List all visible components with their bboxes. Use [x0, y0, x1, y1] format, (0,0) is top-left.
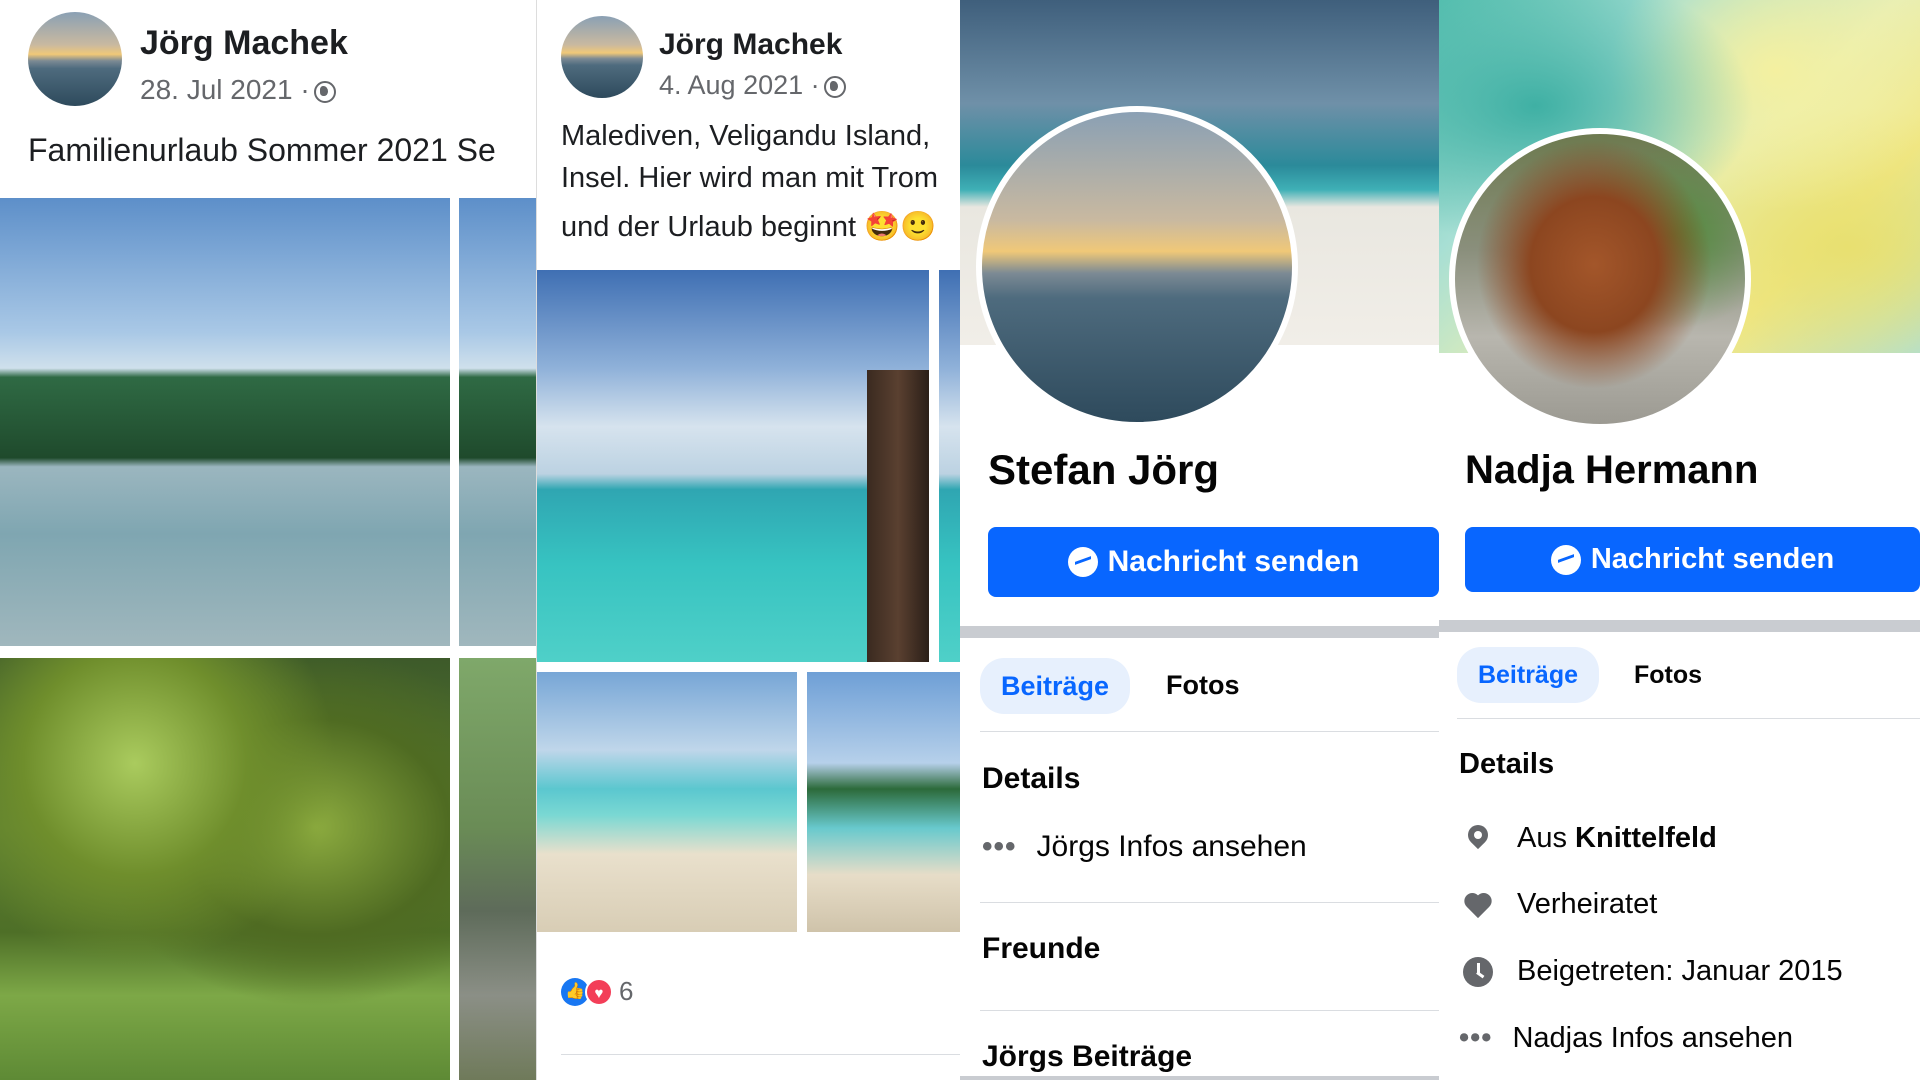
profile-picture[interactable]	[1449, 128, 1751, 430]
post-photo[interactable]	[807, 672, 961, 932]
author-name[interactable]: Jörg Machek	[140, 24, 348, 63]
details-item-label: Jörgs Infos ansehen	[1036, 830, 1307, 863]
divider	[980, 1010, 1439, 1011]
tab-photos[interactable]: Fotos	[1166, 670, 1240, 701]
post-photo[interactable]	[0, 198, 450, 646]
reaction-summary[interactable]: 👍 ♥ 6	[561, 976, 633, 1007]
friends-heading: Freunde	[982, 932, 1101, 965]
tab-photos[interactable]: Fotos	[1634, 661, 1702, 690]
tab-posts-label: Beiträge	[1477, 660, 1579, 689]
heart-icon	[1463, 890, 1493, 920]
details-item-hometown: Aus Knittelfeld	[1463, 822, 1717, 855]
globe-icon	[313, 80, 336, 103]
section-separator	[960, 626, 1439, 638]
send-message-button[interactable]: Nachricht senden	[1465, 527, 1920, 592]
divider	[561, 1054, 961, 1055]
profile-picture[interactable]	[976, 106, 1298, 428]
divider	[980, 731, 1439, 732]
location-pin-icon	[1463, 824, 1493, 854]
post-text: Familienurlaub Sommer 2021 Se	[28, 132, 496, 168]
tab-posts[interactable]: Beiträge	[1457, 647, 1599, 703]
hometown-prefix: Aus	[1517, 822, 1576, 854]
divider	[980, 902, 1439, 903]
post-photo[interactable]	[0, 658, 450, 1080]
details-heading: Details	[982, 762, 1081, 795]
author-avatar[interactable]	[561, 16, 643, 98]
post-date-text: 4. Aug 2021 ·	[659, 70, 820, 100]
joined-label: Beigetreten: Januar 2015	[1517, 955, 1843, 987]
post-photo[interactable]	[459, 198, 536, 646]
messenger-icon	[1550, 544, 1581, 575]
details-item-infos[interactable]: ••• Jörgs Infos ansehen	[982, 830, 1307, 864]
profile-panel-nadja: Nadja Hermann Nachricht senden Beiträge …	[1439, 0, 1920, 1080]
post-text-line: Insel. Hier wird man mit Trom	[561, 162, 939, 194]
post-date[interactable]: 4. Aug 2021 ·	[659, 70, 846, 101]
author-name[interactable]: Jörg Machek	[659, 28, 842, 62]
details-item-relationship: Verheiratet	[1463, 888, 1657, 921]
details-heading: Details	[1459, 748, 1555, 780]
details-item-infos[interactable]: ••• Nadjas Infos ansehen	[1459, 1022, 1793, 1055]
post-photo[interactable]	[459, 658, 536, 1080]
tab-posts-label: Beiträge	[1000, 670, 1110, 701]
love-icon: ♥	[585, 977, 613, 1006]
section-separator	[1439, 620, 1920, 632]
profile-name: Nadja Hermann	[1465, 448, 1759, 492]
post-photo[interactable]	[939, 270, 961, 662]
details-item-joined: Beigetreten: Januar 2015	[1463, 955, 1843, 988]
post-text-line: und der Urlaub beginnt 🤩🙂	[561, 211, 937, 243]
dots-icon: •••	[982, 830, 1017, 863]
profile-name: Stefan Jörg	[988, 446, 1220, 493]
globe-icon	[823, 75, 846, 98]
divider	[1457, 718, 1920, 719]
post-panel-seychelles: Jörg Machek 28. Jul 2021 · Familienurlau…	[0, 0, 536, 1080]
post-photo[interactable]	[537, 672, 797, 932]
section-separator	[960, 1076, 1439, 1080]
hometown-value[interactable]: Knittelfeld	[1575, 822, 1717, 855]
clock-icon	[1463, 956, 1493, 987]
overwater-villa	[867, 370, 929, 662]
messenger-icon	[1067, 547, 1098, 577]
relationship-label: Verheiratet	[1517, 888, 1658, 920]
details-item-label: Nadjas Infos ansehen	[1512, 1022, 1793, 1054]
profile-panel-stefan: Stefan Jörg Nachricht senden Beiträge Fo…	[960, 0, 1439, 1080]
send-message-button[interactable]: Nachricht senden	[988, 527, 1439, 597]
author-avatar[interactable]	[28, 12, 122, 106]
post-date[interactable]: 28. Jul 2021 ·	[140, 74, 336, 106]
post-photo[interactable]	[537, 270, 929, 662]
reaction-count: 6	[619, 976, 634, 1006]
send-message-label: Nachricht senden	[1107, 545, 1360, 578]
post-text-line: Malediven, Veligandu Island,	[561, 120, 931, 152]
posts-heading: Jörgs Beiträge	[982, 1040, 1193, 1073]
send-message-label: Nachricht senden	[1590, 543, 1835, 575]
tab-posts[interactable]: Beiträge	[980, 658, 1130, 714]
dots-icon: •••	[1459, 1022, 1493, 1054]
post-date-text: 28. Jul 2021 ·	[140, 74, 310, 105]
post-panel-maldives: Jörg Machek 4. Aug 2021 · Malediven, Vel…	[536, 0, 961, 1080]
